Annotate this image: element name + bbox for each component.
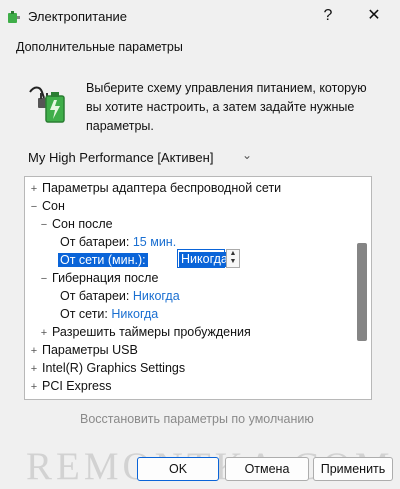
tree-item-label: Сон — [42, 199, 65, 213]
setting-label: От батареи: — [60, 289, 130, 303]
setting-label: От батареи: — [60, 235, 130, 249]
collapse-icon[interactable]: − — [39, 270, 49, 288]
power-scheme-dropdown[interactable]: My High Performance [Активен] ⌄ — [24, 146, 262, 170]
expand-icon[interactable]: + — [29, 360, 39, 378]
setting-label: От сети: — [60, 307, 108, 321]
expand-icon[interactable]: + — [29, 180, 39, 198]
tree-item-wireless-adapter[interactable]: + Параметры адаптера беспроводной сети — [29, 179, 281, 197]
tree-item-sleep-after-ac[interactable]: От сети (мин.): — [58, 251, 148, 269]
spin-up-icon[interactable]: ▲ — [227, 250, 239, 258]
description-text: Выберите схему управления питанием, кото… — [86, 79, 386, 136]
description-line: вы хотите настроить, а затем задайте нуж… — [86, 100, 355, 114]
tree-item-label: PCI Express — [42, 379, 112, 393]
settings-tree[interactable]: + Параметры адаптера беспроводной сети − С… — [24, 176, 372, 400]
expand-icon[interactable]: + — [29, 342, 39, 360]
collapse-icon[interactable]: − — [29, 198, 39, 216]
setting-value-link[interactable]: Никогда — [111, 307, 158, 321]
help-button[interactable]: ? — [317, 5, 339, 27]
tree-item-label: Разрешить таймеры пробуждения — [52, 325, 251, 339]
power-options-icon — [8, 11, 20, 23]
power-scheme-selected: My High Performance [Активен] — [28, 150, 214, 165]
tree-item-pci-express[interactable]: + PCI Express — [29, 377, 112, 396]
tree-item-hibernate-ac[interactable]: От сети: Никогда — [60, 305, 158, 323]
description-line: Выберите схему управления питанием, кото… — [86, 81, 367, 95]
expand-icon[interactable]: + — [39, 324, 49, 342]
tree-item-label: Intel(R) Graphics Settings — [42, 361, 186, 375]
sleep-after-ac-input[interactable]: Никогда — [177, 249, 230, 268]
scrollbar-thumb[interactable] — [357, 243, 367, 341]
spinner-buttons[interactable]: ▲ ▼ — [226, 249, 240, 268]
input-value: Никогда — [179, 252, 230, 267]
apply-button[interactable]: Применить — [313, 457, 393, 481]
tree-item-label: Сон после — [52, 217, 113, 231]
tree-item-sleep[interactable]: − Сон — [29, 197, 65, 215]
battery-plug-icon — [29, 86, 65, 123]
tree-item-intel-graphics[interactable]: + Intel(R) Graphics Settings — [29, 359, 185, 377]
tree-item-label: Гибернация после — [52, 271, 159, 285]
spin-down-icon[interactable]: ▼ — [227, 258, 239, 266]
tree-item-hibernate-battery[interactable]: От батареи: Никогда — [60, 287, 180, 305]
description-line: параметры. — [86, 119, 154, 133]
close-button[interactable]: ✕ — [363, 5, 385, 27]
section-title: Дополнительные параметры — [16, 40, 183, 54]
expand-icon[interactable]: + — [29, 378, 39, 396]
cancel-button[interactable]: Отмена — [225, 457, 309, 481]
tree-item-label: Параметры USB — [42, 343, 138, 357]
title-bar: Электропитание ? ✕ — [0, 0, 400, 34]
setting-value-link[interactable]: 15 мин. — [133, 235, 176, 249]
setting-label-selected: От сети (мин.): — [58, 253, 148, 267]
ok-button[interactable]: OK — [137, 457, 219, 481]
tree-item-wake-timers[interactable]: + Разрешить таймеры пробуждения — [39, 323, 251, 341]
tree-item-sleep-after-battery[interactable]: От батареи: 15 мин. — [60, 233, 176, 251]
tree-item-usb[interactable]: + Параметры USB — [29, 341, 138, 359]
restore-defaults-button[interactable]: Восстановить параметры по умолчанию — [80, 412, 314, 426]
tree-item-hibernate-after[interactable]: − Гибернация после — [39, 269, 159, 288]
window-title: Электропитание — [28, 9, 127, 24]
tree-item-sleep-after[interactable]: − Сон после — [39, 215, 113, 233]
setting-value-link[interactable]: Никогда — [133, 289, 180, 303]
collapse-icon[interactable]: − — [39, 216, 49, 234]
tree-item-label: Параметры адаптера беспроводной сети — [42, 181, 282, 195]
chevron-down-icon: ⌄ — [242, 148, 253, 162]
